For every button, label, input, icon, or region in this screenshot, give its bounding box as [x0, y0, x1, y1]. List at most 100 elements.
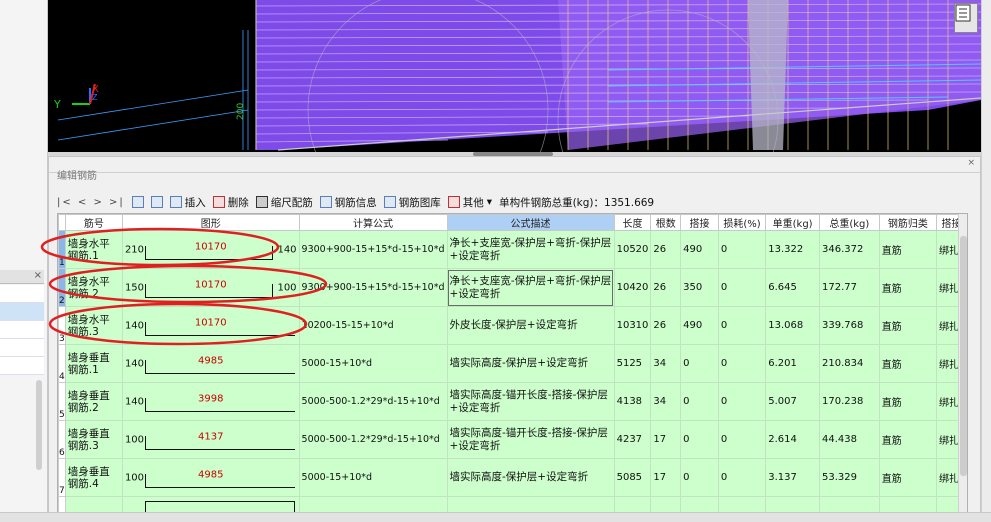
lap-value[interactable]: 350 — [680, 268, 719, 307]
column-header[interactable]: 长度 — [613, 214, 652, 231]
table-vertical-scrollbar[interactable] — [958, 214, 967, 522]
category-value[interactable]: 直筋 — [878, 268, 938, 307]
rebar-shape[interactable]: 100 4137 — [121, 420, 300, 459]
scrollbar-thumb[interactable] — [960, 236, 967, 476]
row-index[interactable]: 2 — [58, 268, 66, 307]
row-index[interactable]: 7 — [58, 458, 66, 497]
unit-weight-value[interactable]: 13.322 — [765, 230, 820, 269]
formula-description[interactable]: 墙实际高度-保护层+设定弯折 — [446, 458, 615, 497]
total-weight-value[interactable]: 346.372 — [818, 230, 880, 269]
unit-weight-value[interactable]: 13.068 — [765, 306, 820, 345]
left-panel-close-icon[interactable]: × — [34, 270, 42, 281]
calc-formula[interactable]: 5000-15+10*d — [298, 458, 448, 497]
category-value[interactable]: 直筋 — [878, 306, 938, 345]
column-header[interactable]: 总重(kg) — [818, 214, 880, 231]
total-weight-value[interactable]: 44.438 — [818, 420, 880, 459]
loss-value[interactable]: 0 — [717, 382, 767, 421]
length-value[interactable]: 5125 — [613, 344, 652, 383]
record-nav-buttons[interactable]: |< < > >| — [57, 197, 125, 208]
unit-weight-value[interactable]: 3.137 — [765, 458, 820, 497]
column-header[interactable]: 单重(kg) — [765, 214, 820, 231]
row-index[interactable]: 1 — [58, 230, 66, 269]
table-row[interactable]: 7 墙身垂直钢筋.4 100 4985 5000-15+10*d 墙实际高度-保… — [58, 458, 967, 497]
row-index[interactable]: 5 — [58, 382, 66, 421]
lap-value[interactable]: 0 — [680, 420, 719, 459]
unit-weight-value[interactable]: 5.007 — [765, 382, 820, 421]
lap-value[interactable]: 0 — [680, 458, 719, 497]
length-value[interactable]: 4138 — [613, 382, 652, 421]
calc-formula[interactable]: 9300+900-15+15*d-15+10*d — [298, 268, 448, 307]
column-header[interactable]: 筋号 — [64, 214, 123, 231]
length-value[interactable]: 10520 — [613, 230, 652, 269]
rebar-shape[interactable]: 150 10170 100 — [121, 268, 300, 307]
calc-formula[interactable]: 5000-500-1.2*29*d-15+10*d — [298, 382, 448, 421]
rebar-library-button[interactable]: 钢筋图库 — [383, 195, 441, 210]
column-header[interactable]: 公式描述 — [446, 214, 615, 231]
unit-weight-value[interactable]: 2.614 — [765, 420, 820, 459]
column-header[interactable]: 钢筋归类 — [878, 214, 938, 231]
right-edge-scrollbar[interactable] — [981, 0, 991, 522]
rebar-info-button[interactable]: 钢筋信息 — [319, 195, 377, 210]
rebar-shape[interactable]: 100 4985 — [121, 458, 300, 497]
count-value[interactable]: 26 — [650, 268, 682, 307]
category-value[interactable]: 直筋 — [878, 344, 938, 383]
lap-value[interactable]: 490 — [680, 306, 719, 345]
column-header[interactable]: 根数 — [650, 214, 682, 231]
count-value[interactable]: 17 — [650, 458, 682, 497]
rebar-shape[interactable]: 210 10170 140 — [121, 230, 300, 269]
rebar-name[interactable]: 墙身垂直钢筋.1 — [64, 344, 123, 383]
total-weight-value[interactable]: 170.238 — [818, 382, 880, 421]
editor-close-icon[interactable]: × — [967, 158, 975, 168]
unit-weight-value[interactable]: 6.645 — [765, 268, 820, 307]
category-value[interactable]: 直筋 — [878, 420, 938, 459]
delete-button[interactable]: 删除 — [212, 195, 249, 210]
list-item[interactable] — [0, 357, 44, 375]
column-header[interactable]: 搭接 — [680, 214, 719, 231]
count-value[interactable]: 34 — [650, 344, 682, 383]
category-value[interactable]: 直筋 — [878, 458, 938, 497]
formula-description[interactable]: 净长+支座宽-保护层+弯折-保护层+设定弯折 — [446, 230, 615, 269]
rebar-shape[interactable]: 140 10170 — [121, 306, 300, 345]
rebar-shape[interactable]: 140 4985 — [121, 344, 300, 383]
calc-formula[interactable]: 10200-15-15+10*d — [298, 306, 448, 345]
unit-weight-value[interactable]: 6.201 — [765, 344, 820, 383]
ruler-rebar-button[interactable]: 缩尺配筋 — [255, 195, 313, 210]
total-weight-value[interactable]: 53.329 — [818, 458, 880, 497]
formula-description[interactable]: 墙实际高度-锚开长度-搭接-保护层+设定弯折 — [446, 382, 615, 421]
rebar-name[interactable]: 墙身垂直钢筋.3 — [64, 420, 123, 459]
rebar-name[interactable]: 墙身垂直钢筋.4 — [64, 458, 123, 497]
table-row[interactable]: 2 墙身水平钢筋.2 150 10170 100 9300+900-15+15*… — [58, 268, 967, 307]
lap-value[interactable]: 0 — [680, 382, 719, 421]
other-menu-button[interactable]: 其他 ▾ — [447, 195, 492, 210]
left-panel-scrollbar[interactable] — [36, 380, 42, 470]
calc-formula[interactable]: 9300+900-15+15*d-15+10*d — [298, 230, 448, 269]
table-row[interactable]: 6 墙身垂直钢筋.3 100 4137 5000-500-1.2*29*d-15… — [58, 420, 967, 459]
formula-description[interactable]: 墙实际高度-保护层+设定弯折 — [446, 344, 615, 383]
rebar-shape[interactable]: 140 3998 — [121, 382, 300, 421]
lap-value[interactable]: 490 — [680, 230, 719, 269]
formula-description[interactable]: 净长+支座宽-保护层+弯折-保护层+设定弯折 — [446, 268, 615, 307]
insert-button[interactable]: 插入 — [169, 195, 206, 210]
total-weight-value[interactable]: 210.834 — [818, 344, 880, 383]
table-row[interactable]: 4 墙身垂直钢筋.1 140 4985 5000-15+10*d 墙实际高度-保… — [58, 344, 967, 383]
formula-description[interactable]: 墙实际高度-锚开长度-搭接-保护层+设定弯折 — [446, 420, 615, 459]
table-row[interactable]: 1 墙身水平钢筋.1 210 10170 140 9300+900-15+15*… — [58, 230, 967, 269]
length-value[interactable]: 5085 — [613, 458, 652, 497]
calc-formula[interactable]: 5000-500-1.2*29*d-15+10*d — [298, 420, 448, 459]
column-header[interactable]: 计算公式 — [298, 214, 448, 231]
loss-value[interactable]: 0 — [717, 306, 767, 345]
rebar-name[interactable]: 墙身水平钢筋.2 — [64, 268, 123, 307]
column-header[interactable]: 损耗(%) — [717, 214, 767, 231]
row-index[interactable]: 4 — [58, 344, 66, 383]
rebar-name[interactable]: 墙身垂直钢筋.2 — [64, 382, 123, 421]
loss-value[interactable]: 0 — [717, 268, 767, 307]
row-index[interactable]: 6 — [58, 420, 66, 459]
move-down-button[interactable] — [150, 196, 163, 208]
column-header[interactable]: 图形 — [121, 214, 300, 231]
table-row[interactable]: 5 墙身垂直钢筋.2 140 3998 5000-500-1.2*29*d-15… — [58, 382, 967, 421]
length-value[interactable]: 4237 — [613, 420, 652, 459]
loss-value[interactable]: 0 — [717, 420, 767, 459]
total-weight-value[interactable]: 172.77 — [818, 268, 880, 307]
bottom-horizontal-scrollbar[interactable] — [0, 512, 991, 522]
total-weight-value[interactable]: 339.768 — [818, 306, 880, 345]
